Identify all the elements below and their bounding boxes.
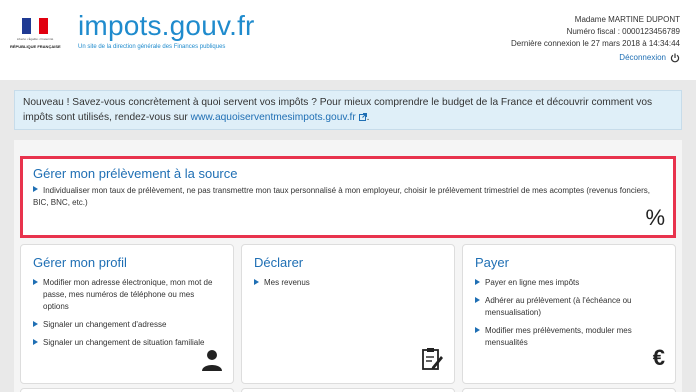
external-link-icon[interactable] (358, 113, 367, 121)
card-gerer-profil[interactable]: Gérer mon profil Modifier mon adresse él… (20, 244, 234, 384)
brand-subtitle: Un site de la direction générale des Fin… (78, 44, 226, 50)
rf-motto: Liberté • Égalité • Fraternité (16, 37, 54, 41)
power-icon (670, 53, 680, 63)
bullet-icon (33, 339, 38, 345)
bullet-icon (33, 279, 38, 285)
euro-icon: € (652, 345, 665, 370)
featured-desc-a: Individualiser mon taux de prélèvement, … (43, 186, 650, 195)
logout-button[interactable]: Déconnexion (511, 52, 680, 64)
card-stub (20, 388, 234, 392)
featured-title[interactable]: Gérer mon prélèvement à la source (33, 166, 663, 182)
rf-name: RÉPUBLIQUE FRANÇAISE (10, 44, 61, 49)
card-link-item[interactable]: Signaler un changement de situation fami… (33, 337, 221, 349)
abbr-bnc: BNC (50, 198, 68, 207)
bullet-icon (475, 279, 480, 285)
bullet-icon (254, 279, 259, 285)
bullet-icon (33, 186, 38, 192)
featured-description: Individualiser mon taux de prélèvement, … (33, 185, 663, 209)
person-icon (202, 350, 222, 371)
card-stub (241, 388, 455, 392)
fiscal-number: Numéro fiscal : 0000123456789 (566, 27, 680, 36)
card-link-item[interactable]: Modifier mes prélèvements, moduler mes m… (475, 325, 663, 349)
featured-card-prelevement[interactable]: Gérer mon prélèvement à la source Indivi… (20, 156, 676, 238)
card-title[interactable]: Gérer mon profil (33, 255, 221, 271)
card-title[interactable]: Déclarer (254, 255, 442, 271)
brand-title[interactable]: impots.gouv.fr (78, 10, 255, 42)
logout-label: Déconnexion (619, 53, 666, 62)
card-link-item[interactable]: Signaler un changement d'adresse (33, 319, 221, 331)
bullet-icon (475, 327, 480, 333)
bullet-icon (475, 297, 480, 303)
card-title[interactable]: Payer (475, 255, 663, 271)
french-flag-icon (22, 18, 48, 34)
last-login: Dernière connexion le 27 mars 2018 à 14:… (511, 39, 680, 48)
card-stub (462, 388, 676, 392)
notice-banner: Nouveau ! Savez-vous concrètement à quoi… (14, 90, 682, 130)
form-edit-icon (422, 348, 443, 370)
site-header: Liberté • Égalité • Fraternité RÉPUBLIQU… (0, 0, 696, 80)
abbr-bic: BIC (33, 198, 47, 207)
card-payer[interactable]: Payer Payer en ligne mes impôts Adhérer … (462, 244, 676, 384)
republique-francaise-logo[interactable]: Liberté • Égalité • Fraternité RÉPUBLIQU… (10, 18, 61, 62)
notice-end: . (366, 112, 370, 123)
featured-desc-b: , etc.) (67, 198, 88, 207)
card-link-item[interactable]: Payer en ligne mes impôts (475, 277, 663, 289)
brand[interactable]: impots.gouv.fr Un site de la direction g… (78, 10, 255, 50)
card-declarer[interactable]: Déclarer Mes revenus (241, 244, 455, 384)
card-link-item[interactable]: Modifier mon adresse électronique, mon m… (33, 277, 221, 313)
notice-link[interactable]: www.aquoiserventmesimpots.gouv.fr (191, 112, 356, 123)
card-link-item[interactable]: Adhérer au prélèvement (à l'échéance ou … (475, 295, 663, 319)
user-name: Madame MARTINE DUPONT (574, 15, 680, 24)
percent-icon: % (645, 205, 665, 230)
bullet-icon (33, 321, 38, 327)
card-link-item[interactable]: Mes revenus (254, 277, 442, 289)
user-info: Madame MARTINE DUPONT Numéro fiscal : 00… (511, 14, 680, 64)
